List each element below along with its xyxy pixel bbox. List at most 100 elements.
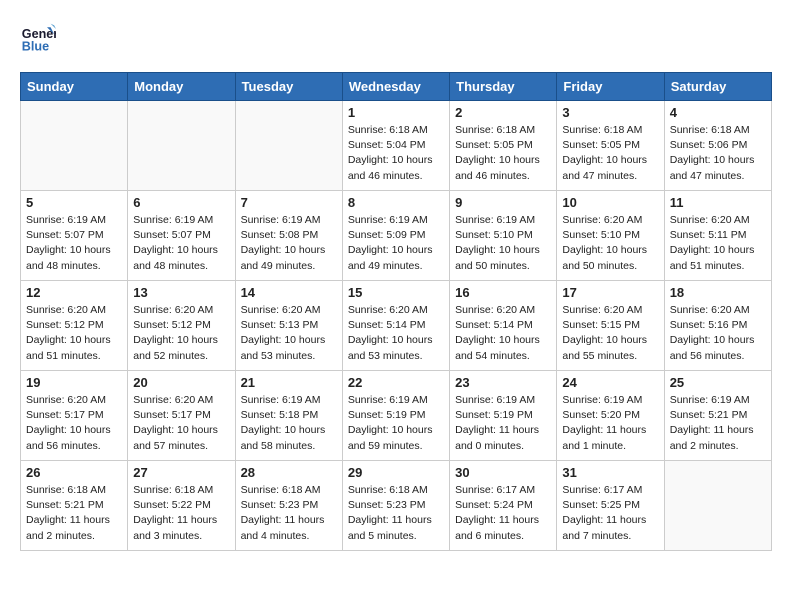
col-header-sunday: Sunday: [21, 73, 128, 101]
day-info: Sunrise: 6:18 AM Sunset: 5:05 PM Dayligh…: [562, 123, 658, 184]
day-number: 5: [26, 195, 122, 210]
day-number: 22: [348, 375, 444, 390]
col-header-wednesday: Wednesday: [342, 73, 449, 101]
day-cell: 19 Sunrise: 6:20 AM Sunset: 5:17 PM Dayli…: [21, 371, 128, 461]
day-info: Sunrise: 6:19 AM Sunset: 5:18 PM Dayligh…: [241, 393, 337, 454]
calendar-table: SundayMondayTuesdayWednesdayThursdayFrid…: [20, 72, 772, 551]
day-cell: 26 Sunrise: 6:18 AM Sunset: 5:21 PM Dayli…: [21, 461, 128, 551]
day-info: Sunrise: 6:20 AM Sunset: 5:12 PM Dayligh…: [26, 303, 122, 364]
page-header: General Blue: [20, 20, 772, 56]
day-cell: 31 Sunrise: 6:17 AM Sunset: 5:25 PM Dayli…: [557, 461, 664, 551]
day-info: Sunrise: 6:18 AM Sunset: 5:06 PM Dayligh…: [670, 123, 766, 184]
day-cell: 16 Sunrise: 6:20 AM Sunset: 5:14 PM Dayli…: [450, 281, 557, 371]
day-cell: 27Sunrise: 6:18 AM Sunset: 5:22 PM Dayli…: [128, 461, 235, 551]
day-cell: 22 Sunrise: 6:19 AM Sunset: 5:19 PM Dayli…: [342, 371, 449, 461]
day-info: Sunrise: 6:18 AM Sunset: 5:21 PM Dayligh…: [26, 483, 122, 544]
day-cell: 11Sunrise: 6:20 AM Sunset: 5:11 PM Dayli…: [664, 191, 771, 281]
logo: General Blue: [20, 20, 62, 56]
day-cell: [21, 101, 128, 191]
day-info: Sunrise: 6:20 AM Sunset: 5:17 PM Dayligh…: [26, 393, 122, 454]
day-number: 2: [455, 105, 551, 120]
day-info: Sunrise: 6:18 AM Sunset: 5:23 PM Dayligh…: [241, 483, 337, 544]
day-info: Sunrise: 6:18 AM Sunset: 5:05 PM Dayligh…: [455, 123, 551, 184]
day-cell: 28Sunrise: 6:18 AM Sunset: 5:23 PM Dayli…: [235, 461, 342, 551]
day-info: Sunrise: 6:17 AM Sunset: 5:25 PM Dayligh…: [562, 483, 658, 544]
day-cell: 14 Sunrise: 6:20 AM Sunset: 5:13 PM Dayli…: [235, 281, 342, 371]
day-info: Sunrise: 6:19 AM Sunset: 5:19 PM Dayligh…: [348, 393, 444, 454]
day-number: 10: [562, 195, 658, 210]
week-row-2: 5 Sunrise: 6:19 AM Sunset: 5:07 PM Daylig…: [21, 191, 772, 281]
day-number: 11: [670, 195, 766, 210]
day-info: Sunrise: 6:19 AM Sunset: 5:09 PM Dayligh…: [348, 213, 444, 274]
week-row-4: 19 Sunrise: 6:20 AM Sunset: 5:17 PM Dayli…: [21, 371, 772, 461]
day-info: Sunrise: 6:20 AM Sunset: 5:16 PM Dayligh…: [670, 303, 766, 364]
day-cell: 6Sunrise: 6:19 AM Sunset: 5:07 PM Daylig…: [128, 191, 235, 281]
day-cell: 5 Sunrise: 6:19 AM Sunset: 5:07 PM Daylig…: [21, 191, 128, 281]
day-number: 21: [241, 375, 337, 390]
day-number: 13: [133, 285, 229, 300]
svg-text:Blue: Blue: [22, 40, 49, 54]
day-cell: 18 Sunrise: 6:20 AM Sunset: 5:16 PM Dayli…: [664, 281, 771, 371]
day-number: 25: [670, 375, 766, 390]
day-cell: 12 Sunrise: 6:20 AM Sunset: 5:12 PM Dayli…: [21, 281, 128, 371]
day-cell: 21 Sunrise: 6:19 AM Sunset: 5:18 PM Dayli…: [235, 371, 342, 461]
day-cell: [235, 101, 342, 191]
day-cell: [664, 461, 771, 551]
day-info: Sunrise: 6:18 AM Sunset: 5:22 PM Dayligh…: [133, 483, 229, 544]
day-cell: 4 Sunrise: 6:18 AM Sunset: 5:06 PM Daylig…: [664, 101, 771, 191]
day-info: Sunrise: 6:20 AM Sunset: 5:17 PM Dayligh…: [133, 393, 229, 454]
day-cell: [128, 101, 235, 191]
day-info: Sunrise: 6:17 AM Sunset: 5:24 PM Dayligh…: [455, 483, 551, 544]
day-number: 23: [455, 375, 551, 390]
day-cell: 20 Sunrise: 6:20 AM Sunset: 5:17 PM Dayli…: [128, 371, 235, 461]
day-number: 20: [133, 375, 229, 390]
day-number: 7: [241, 195, 337, 210]
day-number: 18: [670, 285, 766, 300]
day-info: Sunrise: 6:19 AM Sunset: 5:07 PM Dayligh…: [133, 213, 229, 274]
day-info: Sunrise: 6:19 AM Sunset: 5:08 PM Dayligh…: [241, 213, 337, 274]
day-number: 14: [241, 285, 337, 300]
day-info: Sunrise: 6:19 AM Sunset: 5:19 PM Dayligh…: [455, 393, 551, 454]
day-number: 24: [562, 375, 658, 390]
day-number: 31: [562, 465, 658, 480]
day-cell: 7 Sunrise: 6:19 AM Sunset: 5:08 PM Daylig…: [235, 191, 342, 281]
day-number: 1: [348, 105, 444, 120]
day-info: Sunrise: 6:19 AM Sunset: 5:21 PM Dayligh…: [670, 393, 766, 454]
day-number: 26: [26, 465, 122, 480]
day-cell: 10 Sunrise: 6:20 AM Sunset: 5:10 PM Dayli…: [557, 191, 664, 281]
day-number: 4: [670, 105, 766, 120]
day-cell: 29Sunrise: 6:18 AM Sunset: 5:23 PM Dayli…: [342, 461, 449, 551]
day-cell: 13Sunrise: 6:20 AM Sunset: 5:12 PM Dayli…: [128, 281, 235, 371]
day-info: Sunrise: 6:18 AM Sunset: 5:23 PM Dayligh…: [348, 483, 444, 544]
day-info: Sunrise: 6:20 AM Sunset: 5:14 PM Dayligh…: [455, 303, 551, 364]
day-cell: 17 Sunrise: 6:20 AM Sunset: 5:15 PM Dayli…: [557, 281, 664, 371]
day-info: Sunrise: 6:20 AM Sunset: 5:15 PM Dayligh…: [562, 303, 658, 364]
day-cell: 30Sunrise: 6:17 AM Sunset: 5:24 PM Dayli…: [450, 461, 557, 551]
day-number: 15: [348, 285, 444, 300]
day-cell: 23 Sunrise: 6:19 AM Sunset: 5:19 PM Dayli…: [450, 371, 557, 461]
day-number: 17: [562, 285, 658, 300]
day-cell: 24Sunrise: 6:19 AM Sunset: 5:20 PM Dayli…: [557, 371, 664, 461]
col-header-tuesday: Tuesday: [235, 73, 342, 101]
day-info: Sunrise: 6:20 AM Sunset: 5:14 PM Dayligh…: [348, 303, 444, 364]
week-row-5: 26 Sunrise: 6:18 AM Sunset: 5:21 PM Dayli…: [21, 461, 772, 551]
day-number: 9: [455, 195, 551, 210]
day-cell: 15 Sunrise: 6:20 AM Sunset: 5:14 PM Dayli…: [342, 281, 449, 371]
day-number: 8: [348, 195, 444, 210]
header-row: SundayMondayTuesdayWednesdayThursdayFrid…: [21, 73, 772, 101]
col-header-friday: Friday: [557, 73, 664, 101]
week-row-1: 1Sunrise: 6:18 AM Sunset: 5:04 PM Daylig…: [21, 101, 772, 191]
day-number: 3: [562, 105, 658, 120]
day-cell: 9 Sunrise: 6:19 AM Sunset: 5:10 PM Daylig…: [450, 191, 557, 281]
day-number: 16: [455, 285, 551, 300]
day-info: Sunrise: 6:20 AM Sunset: 5:13 PM Dayligh…: [241, 303, 337, 364]
day-info: Sunrise: 6:19 AM Sunset: 5:07 PM Dayligh…: [26, 213, 122, 274]
day-number: 19: [26, 375, 122, 390]
col-header-saturday: Saturday: [664, 73, 771, 101]
day-number: 12: [26, 285, 122, 300]
col-header-thursday: Thursday: [450, 73, 557, 101]
day-cell: 25 Sunrise: 6:19 AM Sunset: 5:21 PM Dayli…: [664, 371, 771, 461]
day-cell: 1Sunrise: 6:18 AM Sunset: 5:04 PM Daylig…: [342, 101, 449, 191]
day-info: Sunrise: 6:19 AM Sunset: 5:10 PM Dayligh…: [455, 213, 551, 274]
day-info: Sunrise: 6:20 AM Sunset: 5:10 PM Dayligh…: [562, 213, 658, 274]
